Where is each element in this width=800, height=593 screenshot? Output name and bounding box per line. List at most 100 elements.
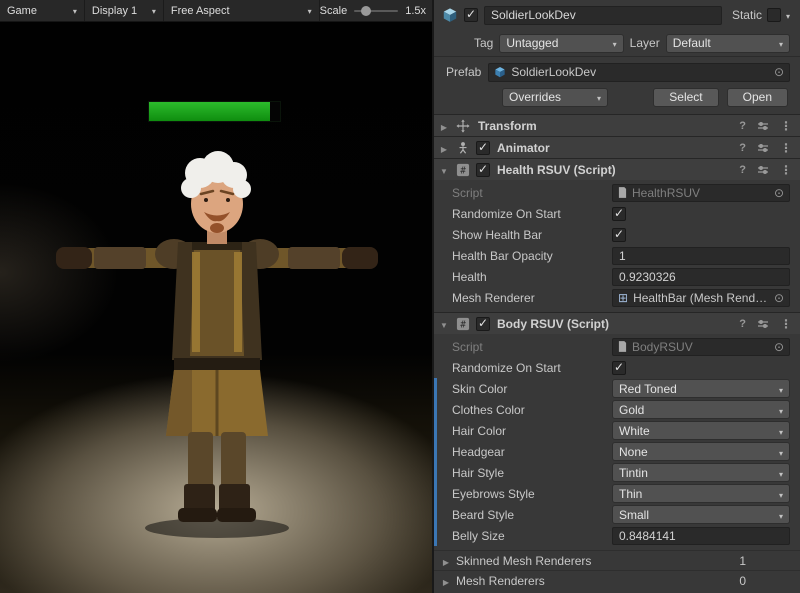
hair-style-dropdown[interactable]: Tintin — [612, 463, 790, 482]
aspect-ratio-label: Free Aspect — [171, 5, 230, 17]
gameobject-name-field[interactable] — [484, 6, 722, 25]
tag-dropdown[interactable]: Untagged — [499, 34, 623, 53]
foldout-arrow-icon[interactable] — [438, 317, 450, 331]
layer-dropdown[interactable]: Default — [666, 34, 790, 53]
show-health-bar-label: Show Health Bar — [452, 228, 612, 242]
script-value: HealthRSUV — [632, 186, 700, 200]
foldout-arrow-icon[interactable] — [438, 141, 450, 155]
chevron-down-icon — [779, 508, 783, 522]
script-object-field[interactable]: HealthRSUV — [612, 184, 790, 202]
active-checkbox[interactable] — [464, 8, 478, 22]
beard-style-dropdown[interactable]: Small — [612, 505, 790, 524]
select-button[interactable]: Select — [653, 88, 718, 107]
scale-slider[interactable] — [354, 10, 398, 12]
tag-value: Untagged — [506, 36, 558, 50]
health-enabled-checkbox[interactable] — [476, 163, 490, 177]
help-icon[interactable]: ? — [739, 164, 746, 176]
help-icon[interactable]: ? — [739, 120, 746, 132]
randomize-on-start-row: Randomize On Start — [434, 357, 800, 378]
hair-color-value: White — [619, 424, 650, 438]
help-icon[interactable]: ? — [739, 142, 746, 154]
foldout-arrow-icon[interactable] — [438, 119, 450, 133]
display-dropdown[interactable]: Display 1 — [85, 0, 164, 21]
presets-icon[interactable] — [757, 164, 769, 176]
static-checkbox[interactable] — [767, 8, 781, 22]
clothes-color-dropdown[interactable]: Gold — [612, 400, 790, 419]
object-picker-icon[interactable] — [774, 292, 784, 304]
layer-value: Default — [673, 36, 711, 50]
script-label: Script — [452, 340, 612, 354]
health-rsuv-body: Script HealthRSUV Randomize On Start Sho… — [434, 180, 800, 312]
kebab-menu-icon[interactable] — [780, 119, 792, 133]
belly-size-field[interactable] — [612, 527, 790, 545]
script-value: BodyRSUV — [632, 340, 693, 354]
show-health-bar-checkbox[interactable] — [612, 228, 626, 242]
presets-icon[interactable] — [757, 120, 769, 132]
chevron-down-icon — [152, 5, 156, 17]
overrides-dropdown[interactable]: Overrides — [502, 88, 608, 107]
headgear-row: Headgear None — [434, 441, 800, 462]
static-label: Static — [732, 8, 762, 22]
mesh-renderer-object-field[interactable]: HealthBar (Mesh Renderer) — [612, 289, 790, 307]
hair-style-label: Hair Style — [452, 466, 612, 480]
skinned-mesh-renderers-row[interactable]: Skinned Mesh Renderers 1 — [434, 550, 800, 570]
object-picker-icon[interactable] — [774, 66, 784, 78]
animator-component-header[interactable]: Animator ? — [434, 136, 800, 158]
opacity-field[interactable] — [612, 247, 790, 265]
open-button[interactable]: Open — [727, 88, 788, 107]
static-dropdown-icon[interactable] — [786, 8, 790, 22]
help-icon[interactable]: ? — [739, 318, 746, 330]
body-rsuv-body: Script BodyRSUV Randomize On Start Skin — [434, 334, 800, 550]
eyebrows-style-row: Eyebrows Style Thin — [434, 483, 800, 504]
headgear-dropdown[interactable]: None — [612, 442, 790, 461]
presets-icon[interactable] — [757, 318, 769, 330]
kebab-menu-icon[interactable] — [780, 141, 792, 155]
soldier-character — [42, 148, 392, 548]
foldout-arrow-icon[interactable] — [438, 163, 450, 177]
game-tab-label: Game — [7, 5, 37, 17]
script-object-field[interactable]: BodyRSUV — [612, 338, 790, 356]
chevron-down-icon — [779, 487, 783, 501]
hair-color-row: Hair Color White — [434, 420, 800, 441]
scale-slider-knob[interactable] — [361, 6, 371, 16]
aspect-ratio-dropdown[interactable]: Free Aspect — [164, 0, 320, 21]
display-dropdown-label: Display 1 — [92, 5, 137, 17]
prefab-cube-icon — [494, 66, 506, 78]
object-picker-icon[interactable] — [774, 341, 784, 353]
animator-enabled-checkbox[interactable] — [476, 141, 490, 155]
eyebrows-style-dropdown[interactable]: Thin — [612, 484, 790, 503]
health-field[interactable] — [612, 268, 790, 286]
game-tab-dropdown[interactable]: Game — [0, 0, 85, 21]
show-health-bar-row: Show Health Bar — [434, 224, 800, 245]
randomize-checkbox[interactable] — [612, 207, 626, 221]
skin-color-dropdown[interactable]: Red Toned — [612, 379, 790, 398]
gameobject-header-row: Static — [434, 0, 800, 30]
kebab-menu-icon[interactable] — [780, 163, 792, 177]
hair-color-dropdown[interactable]: White — [612, 421, 790, 440]
mesh-renderers-row[interactable]: Mesh Renderers 0 — [434, 570, 800, 590]
eyebrows-style-label: Eyebrows Style — [452, 487, 612, 501]
health-rsuv-component-header[interactable]: # Health RSUV (Script) ? — [434, 158, 800, 180]
layer-label: Layer — [630, 36, 660, 50]
transform-component-header[interactable]: Transform ? — [434, 114, 800, 136]
belly-size-label: Belly Size — [452, 529, 612, 543]
skinned-mesh-renderers-label: Skinned Mesh Renderers — [456, 554, 591, 568]
chevron-down-icon — [73, 5, 77, 17]
foldout-arrow-icon[interactable] — [440, 574, 452, 588]
body-enabled-checkbox[interactable] — [476, 317, 490, 331]
body-rsuv-component-header[interactable]: # Body RSUV (Script) ? — [434, 312, 800, 334]
object-picker-icon[interactable] — [774, 187, 784, 199]
presets-icon[interactable] — [757, 142, 769, 154]
skinned-mesh-renderers-count: 1 — [739, 554, 746, 568]
prefab-object-field[interactable]: SoldierLookDev — [488, 63, 790, 82]
foldout-arrow-icon[interactable] — [440, 554, 452, 568]
script-icon: # — [455, 316, 471, 332]
randomize-checkbox[interactable] — [612, 361, 626, 375]
body-rsuv-title: Body RSUV (Script) — [497, 317, 609, 331]
health-label: Health — [452, 270, 612, 284]
svg-text:#: # — [460, 319, 466, 330]
kebab-menu-icon[interactable] — [780, 317, 792, 331]
skin-color-label: Skin Color — [452, 382, 612, 396]
headgear-value: None — [619, 445, 648, 459]
chevron-down-icon — [779, 36, 783, 50]
